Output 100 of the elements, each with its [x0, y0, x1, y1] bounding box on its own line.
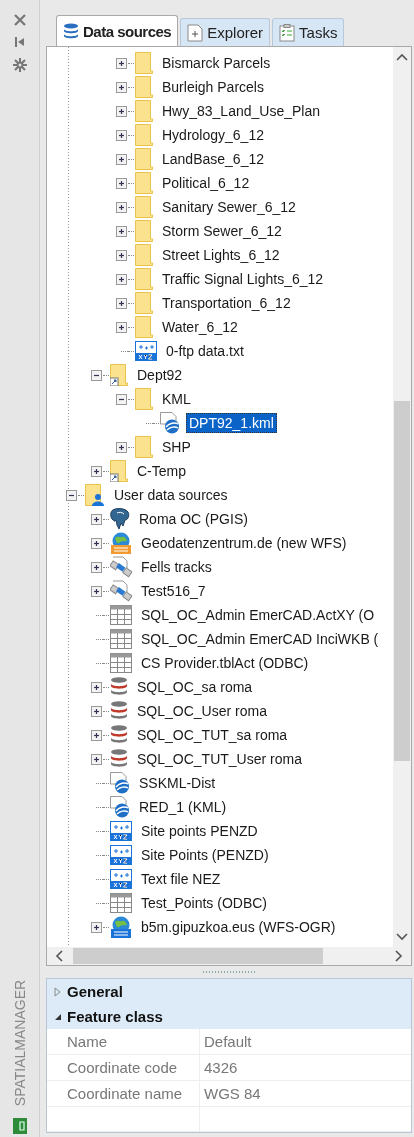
- database-icon: [110, 749, 128, 769]
- xyz-file-icon: [135, 341, 157, 361]
- collapse-toggle[interactable]: [91, 369, 102, 381]
- tab[interactable]: Data sources: [56, 15, 179, 46]
- tree-item[interactable]: Bismarck Parcels: [159, 53, 274, 73]
- tree-item[interactable]: User data sources: [111, 485, 231, 505]
- tree-item[interactable]: SQL_OC_TUT_User roma: [134, 749, 305, 769]
- tree-item[interactable]: Geodatenzentrum.de (new WFS): [138, 533, 350, 553]
- expand-toggle[interactable]: [91, 753, 102, 765]
- tree-item[interactable]: C-Temp: [134, 461, 189, 481]
- expand-toggle[interactable]: [116, 441, 127, 453]
- globe-ogr-icon: [110, 916, 132, 938]
- section-header[interactable]: Feature class: [67, 1008, 163, 1025]
- tree-item[interactable]: RED_1 (KML): [136, 797, 230, 817]
- section-header[interactable]: General: [67, 983, 123, 1000]
- tree-item[interactable]: SSKML-Dist: [136, 773, 219, 793]
- app-icon[interactable]: [12, 1118, 27, 1134]
- panel-title: SPATIALMANAGER: [11, 979, 28, 1107]
- expand-toggle[interactable]: [116, 129, 127, 141]
- tree-item[interactable]: Hwy_83_Land_Use_Plan: [159, 101, 323, 121]
- tree-item[interactable]: SQL_OC_Admin EmerCAD InciWKB (: [138, 629, 382, 649]
- expand-toggle[interactable]: [116, 225, 127, 237]
- expand-toggle[interactable]: [91, 681, 102, 693]
- expand-toggle[interactable]: [116, 153, 127, 165]
- collapse-toggle[interactable]: [116, 393, 127, 405]
- scrollbar-thumb[interactable]: [394, 401, 410, 761]
- property-value[interactable]: 4326: [200, 1055, 238, 1080]
- vertical-scrollbar[interactable]: [393, 47, 411, 948]
- tree-item[interactable]: Text file NEZ: [138, 869, 224, 889]
- tree-item[interactable]: Roma OC (PGIS): [136, 509, 251, 529]
- expand-toggle[interactable]: [91, 705, 102, 717]
- database-icon: [110, 677, 128, 697]
- expand-toggle[interactable]: [116, 273, 127, 285]
- tree-item[interactable]: KML: [159, 389, 194, 409]
- tree-item[interactable]: Fells tracks: [138, 557, 215, 577]
- tree-item[interactable]: LandBase_6_12: [159, 149, 267, 169]
- tree-item[interactable]: Test_Points (ODBC): [138, 893, 271, 913]
- property-name: Coordinate code: [47, 1055, 200, 1080]
- tree-item[interactable]: Street Lights_6_12: [159, 245, 283, 265]
- close-icon[interactable]: [13, 14, 26, 26]
- expand-toggle[interactable]: [91, 585, 102, 597]
- expand-toggle[interactable]: [91, 513, 102, 525]
- elephant-icon: [110, 508, 130, 530]
- tree-item[interactable]: Storm Sewer_6_12: [159, 221, 285, 241]
- expand-toggle[interactable]: [116, 297, 127, 309]
- tree-item[interactable]: Site points PENZD: [138, 821, 261, 841]
- expand-toggle[interactable]: [116, 81, 127, 93]
- expand-toggle[interactable]: [91, 729, 102, 741]
- tree-item[interactable]: SQL_OC_Admin EmerCAD.ActXY (O: [138, 605, 378, 625]
- expand-toggle[interactable]: [91, 465, 102, 477]
- scroll-right-icon[interactable]: [395, 950, 403, 963]
- tab[interactable]: Tasks: [272, 18, 345, 46]
- tree-item[interactable]: Hydrology_6_12: [159, 125, 267, 145]
- property-value[interactable]: Default: [200, 1029, 252, 1054]
- tree-item[interactable]: Water_6_12: [159, 317, 241, 337]
- tree-item[interactable]: Dept92: [134, 365, 186, 385]
- horizontal-scrollbar[interactable]: [47, 947, 411, 966]
- expand-toggle[interactable]: [116, 249, 127, 261]
- property-value[interactable]: WGS 84: [200, 1081, 261, 1106]
- tree-item[interactable]: 0-ftp data.txt: [163, 341, 247, 361]
- expand-toggle[interactable]: [116, 321, 127, 333]
- tree-item[interactable]: Traffic Signal Lights_6_12: [159, 269, 327, 289]
- tree-item[interactable]: Sanitary Sewer_6_12: [159, 197, 299, 217]
- tree-item[interactable]: CS Provider.tblAct (ODBC): [138, 653, 312, 673]
- globe-wfs-icon: [110, 532, 132, 554]
- tree-item[interactable]: Transportation_6_12: [159, 293, 294, 313]
- expand-toggle[interactable]: [91, 537, 102, 549]
- expand-toggle[interactable]: [91, 921, 102, 933]
- collapse-toggle[interactable]: [66, 489, 77, 501]
- satellite-icon: [110, 556, 132, 578]
- xyz-file-icon: [110, 845, 132, 865]
- expand-toggle[interactable]: [91, 561, 102, 573]
- expand-toggle[interactable]: [116, 177, 127, 189]
- tree-item[interactable]: Test516_7: [138, 581, 209, 601]
- tree-item[interactable]: Burleigh Parcels: [159, 77, 267, 97]
- scroll-up-icon[interactable]: [396, 53, 408, 61]
- tree-item[interactable]: b5m.gipuzkoa.eus (WFS-OGR): [138, 917, 339, 937]
- splitter-grip[interactable]: [203, 971, 255, 974]
- expand-toggle[interactable]: [116, 201, 127, 213]
- tree-item[interactable]: SQL_OC_TUT_sa roma: [134, 725, 291, 745]
- scroll-left-icon[interactable]: [55, 950, 63, 963]
- tree-item[interactable]: SQL_OC_User roma: [134, 701, 270, 721]
- tree-item[interactable]: Political_6_12: [159, 173, 253, 193]
- expand-toggle[interactable]: [116, 105, 127, 117]
- folder-icon: [135, 100, 153, 122]
- tree-item[interactable]: Site Points (PENZD): [138, 845, 272, 865]
- expand-toggle[interactable]: [116, 57, 127, 69]
- tab[interactable]: Explorer: [180, 18, 271, 46]
- scroll-down-icon[interactable]: [396, 933, 408, 942]
- satellite-icon: [110, 580, 132, 602]
- xyz-file-icon: [110, 821, 132, 841]
- database-icon: [110, 701, 128, 721]
- scrollbar-thumb[interactable]: [73, 948, 323, 965]
- settings-icon[interactable]: [12, 58, 27, 72]
- property-name: Coordinate name: [47, 1081, 200, 1106]
- tree-item[interactable]: SQL_OC_sa roma: [134, 677, 256, 697]
- tree-item[interactable]: DPT92_1.kml: [186, 413, 277, 433]
- property-name: Name: [47, 1029, 200, 1054]
- pin-icon[interactable]: [13, 36, 26, 48]
- tree-item[interactable]: SHP: [159, 437, 194, 457]
